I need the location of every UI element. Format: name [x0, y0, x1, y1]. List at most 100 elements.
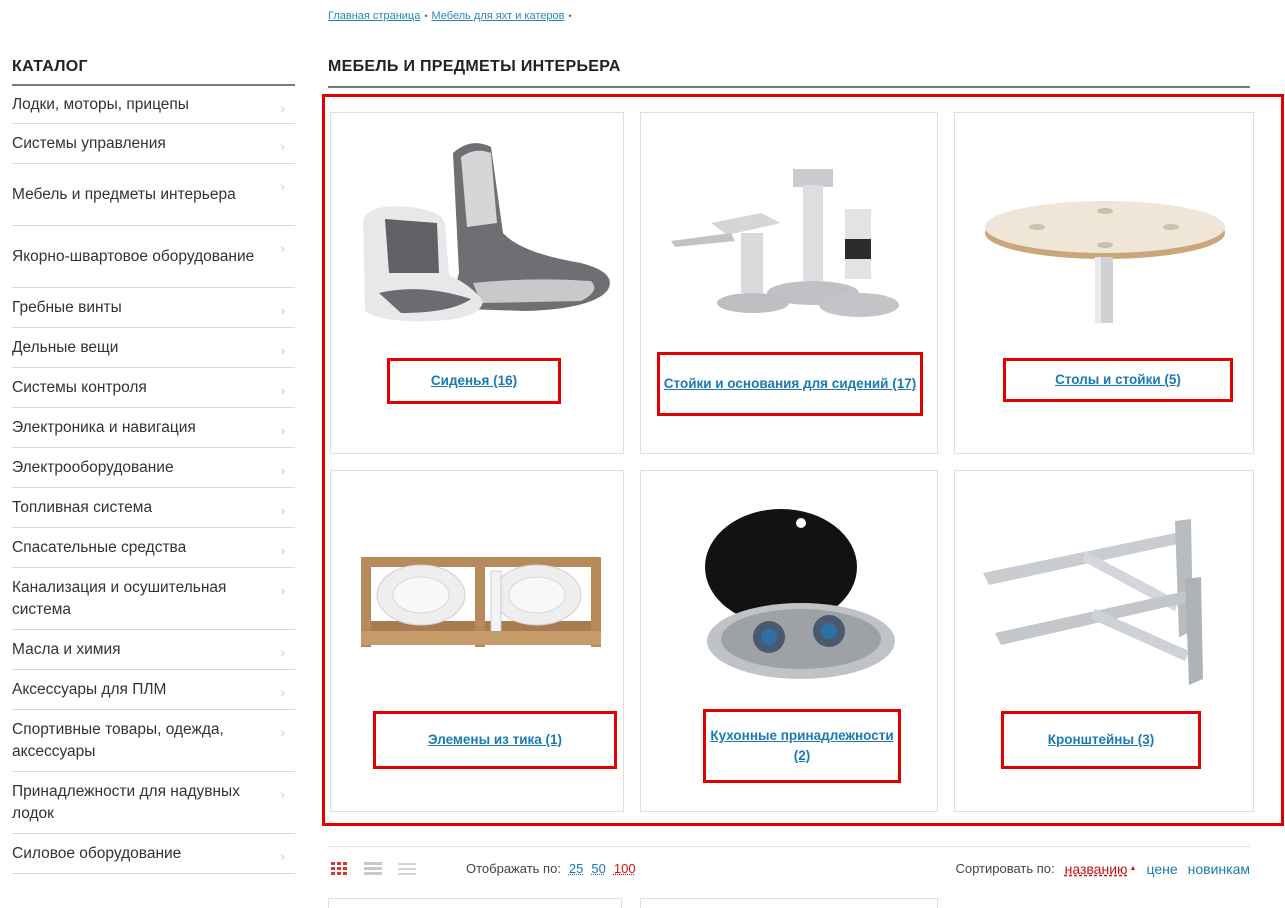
sort-by-new[interactable]: новинкам — [1188, 861, 1250, 877]
category-card-tables[interactable]: Столы и стойки (5) — [954, 112, 1254, 454]
sort-label: Сортировать по: — [955, 861, 1055, 876]
catalog-item-label: Системы управления — [12, 134, 166, 152]
teak-rack-image[interactable] — [341, 481, 613, 691]
catalog-item[interactable]: Масла и химия › — [12, 630, 295, 670]
caption-highlight: Сиденья (16) — [387, 358, 561, 404]
chevron-right-icon: › — [280, 503, 285, 518]
catalog-item[interactable]: Электроника и навигация › — [12, 408, 295, 448]
catalog-item-label: Аксессуары для ПЛМ — [12, 680, 167, 698]
catalog-item-label: Электрооборудование — [12, 458, 174, 476]
breadcrumb-separator: • — [568, 11, 572, 21]
chevron-right-icon: › — [280, 139, 285, 154]
next-card-edge — [640, 898, 938, 908]
listing-toolbar: Отображать по: 25 50 100 Сортировать по:… — [328, 846, 1250, 890]
catalog-item-label: Электроника и навигация — [12, 418, 196, 436]
list-view-icon[interactable] — [362, 858, 384, 880]
caption-highlight: Столы и стойки (5) — [1003, 358, 1233, 402]
next-card-edge — [328, 898, 622, 908]
catalog-item-label: Мебель и предметы интерьера — [12, 185, 236, 203]
catalog-item[interactable]: Системы контроля › — [12, 368, 295, 408]
catalog-item-label: Системы контроля — [12, 378, 147, 396]
catalog-item-label: Принадлежности для надувных лодок — [12, 782, 240, 822]
catalog-item-label: Силовое оборудование — [12, 844, 182, 862]
bracket-image[interactable] — [965, 481, 1243, 691]
catalog-item[interactable]: Аксессуары для ПЛМ › — [12, 670, 295, 710]
chevron-right-icon: › — [280, 849, 285, 864]
catalog-item-label: Якорно-швартовое оборудование — [12, 247, 255, 265]
category-card-pedestals[interactable]: Стойки и основания для сидений (17) — [640, 112, 938, 454]
caption-highlight: Кухонные принадлежности (2) — [703, 709, 901, 783]
grid-view-icon[interactable] — [328, 858, 350, 880]
chevron-right-icon: › — [280, 303, 285, 318]
category-card-brackets[interactable]: Кронштейны (3) — [954, 470, 1254, 812]
catalog-item[interactable]: Топливная система › — [12, 488, 295, 528]
catalog-item-label: Спасательные средства — [12, 538, 187, 556]
category-card-seats[interactable]: Сиденья (16) — [330, 112, 624, 454]
catalog-item[interactable]: Системы управления › — [12, 124, 295, 164]
catalog-item-label: Лодки, моторы, прицепы — [12, 95, 189, 113]
chevron-right-icon: › — [280, 101, 285, 116]
catalog-item[interactable]: Канализация и осушительная система › — [12, 568, 295, 630]
per-page-50[interactable]: 50 — [591, 861, 605, 876]
category-link-seats[interactable]: Сиденья (16) — [431, 371, 517, 391]
catalog-sidebar: КАТАЛОГ Лодки, моторы, прицепы › Системы у… — [12, 58, 295, 874]
chevron-right-icon: › — [280, 543, 285, 558]
chevron-right-icon: › — [280, 787, 285, 802]
chevron-right-icon: › — [280, 645, 285, 660]
category-link-teak[interactable]: Элемены из тика (1) — [428, 730, 562, 750]
catalog-item-label: Дельные вещи — [12, 338, 119, 356]
per-page-label: Отображать по: — [466, 861, 561, 876]
catalog-title: КАТАЛОГ — [12, 58, 295, 86]
main-content: МЕБЕЛЬ И ПРЕДМЕТЫ ИНТЕРЬЕРА — [328, 58, 1250, 88]
chevron-right-icon: › — [280, 423, 285, 438]
catalog-item[interactable]: Дельные вещи › — [12, 328, 295, 368]
catalog-item[interactable]: Спасательные средства › — [12, 528, 295, 568]
category-link-brackets[interactable]: Кронштейны (3) — [1048, 730, 1155, 750]
category-card-kitchen[interactable]: Кухонные принадлежности (2) — [640, 470, 938, 812]
catalog-item-label: Канализация и осушительная система — [12, 578, 227, 618]
catalog-item-label: Гребные винты — [12, 298, 122, 316]
category-link-tables[interactable]: Столы и стойки (5) — [1055, 370, 1181, 390]
catalog-item-label: Масла и химия — [12, 640, 121, 658]
catalog-item-label: Спортивные товары, одежда, аксессуары — [12, 720, 224, 760]
breadcrumb: Главная страница • Мебель для яхт и катеро… — [328, 10, 576, 22]
seat-pedestal-image[interactable] — [651, 123, 927, 333]
sort-controls: Сортировать по: названию ▲ цене новинкам — [955, 861, 1250, 877]
category-link-kitchen[interactable]: Кухонные принадлежности (2) — [706, 726, 898, 766]
sort-direction-icon: ▲ — [1129, 865, 1137, 872]
sort-by-price[interactable]: цене — [1146, 861, 1177, 877]
sort-by-name[interactable]: названию — [1065, 861, 1128, 877]
catalog-list: Лодки, моторы, прицепы › Системы управлени… — [12, 86, 295, 874]
chevron-right-icon: › — [280, 241, 285, 256]
category-card-teak[interactable]: Элемены из тика (1) — [330, 470, 624, 812]
caption-highlight: Элемены из тика (1) — [373, 711, 617, 769]
chevron-right-icon: › — [280, 179, 285, 194]
chevron-right-icon: › — [280, 463, 285, 478]
category-link-pedestals[interactable]: Стойки и основания для сидений (17) — [664, 374, 916, 394]
chevron-right-icon: › — [280, 685, 285, 700]
catalog-item[interactable]: Гребные винты › — [12, 288, 295, 328]
compact-view-icon[interactable] — [396, 858, 418, 880]
boat-seats-image[interactable] — [341, 123, 613, 333]
chevron-right-icon: › — [280, 343, 285, 358]
chevron-right-icon: › — [280, 583, 285, 598]
catalog-item[interactable]: Принадлежности для надувных лодок › — [12, 772, 295, 834]
per-page-100[interactable]: 100 — [614, 861, 636, 876]
page-title: МЕБЕЛЬ И ПРЕДМЕТЫ ИНТЕРЬЕРА — [328, 58, 1250, 88]
breadcrumb-current-link[interactable]: Мебель для яхт и катеров — [432, 10, 565, 22]
catalog-item[interactable]: Якорно-швартовое оборудование › — [12, 226, 295, 288]
stove-image[interactable] — [651, 481, 927, 691]
round-table-image[interactable] — [965, 123, 1243, 333]
per-page-25[interactable]: 25 — [569, 861, 583, 876]
breadcrumb-home-link[interactable]: Главная страница — [328, 10, 420, 22]
catalog-item-label: Топливная система — [12, 498, 153, 516]
category-grid: Сиденья (16) Стойки и основания для сиде… — [330, 112, 1254, 812]
chevron-right-icon: › — [280, 383, 285, 398]
chevron-right-icon: › — [280, 725, 285, 740]
catalog-item[interactable]: Силовое оборудование › — [12, 834, 295, 874]
caption-highlight: Кронштейны (3) — [1001, 711, 1201, 769]
catalog-item[interactable]: Спортивные товары, одежда, аксессуары › — [12, 710, 295, 772]
catalog-item[interactable]: Лодки, моторы, прицепы › — [12, 86, 295, 124]
catalog-item[interactable]: Электрооборудование › — [12, 448, 295, 488]
catalog-item[interactable]: Мебель и предметы интерьера › — [12, 164, 295, 226]
